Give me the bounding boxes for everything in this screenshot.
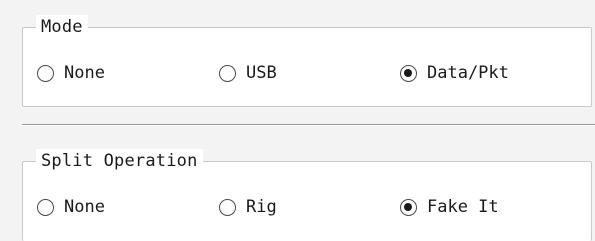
mode-data-pkt-radio[interactable]: Data/Pkt [400, 63, 509, 83]
split-operation-group-title: Split Operation [36, 149, 203, 173]
mode-data-pkt-label[interactable]: Data/Pkt [427, 63, 509, 83]
split-fake-it-radio[interactable]: Fake It [400, 197, 499, 217]
radio-checked-icon[interactable] [400, 64, 417, 82]
split-fake-it-label[interactable]: Fake It [427, 197, 499, 217]
radio-unchecked-icon[interactable] [219, 198, 236, 216]
section-divider-highlight [22, 125, 595, 126]
mode-usb-label[interactable]: USB [246, 63, 277, 83]
mode-group: Mode None USB Data/Pkt [22, 15, 592, 107]
radio-unchecked-icon[interactable] [37, 198, 54, 216]
radio-unchecked-icon[interactable] [37, 64, 54, 82]
mode-none-label[interactable]: None [64, 63, 105, 83]
split-operation-group: Split Operation None Rig Fake It [22, 149, 592, 241]
radio-unchecked-icon[interactable] [219, 64, 236, 82]
mode-group-title: Mode [36, 15, 88, 39]
split-rig-label[interactable]: Rig [246, 197, 277, 217]
settings-panel: Mode None USB Data/Pkt Split Operation N… [0, 0, 595, 241]
mode-none-radio[interactable]: None [37, 63, 105, 83]
radio-checked-icon[interactable] [400, 198, 417, 216]
mode-usb-radio[interactable]: USB [219, 63, 277, 83]
split-none-radio[interactable]: None [37, 197, 105, 217]
split-none-label[interactable]: None [64, 197, 105, 217]
split-rig-radio[interactable]: Rig [219, 197, 277, 217]
